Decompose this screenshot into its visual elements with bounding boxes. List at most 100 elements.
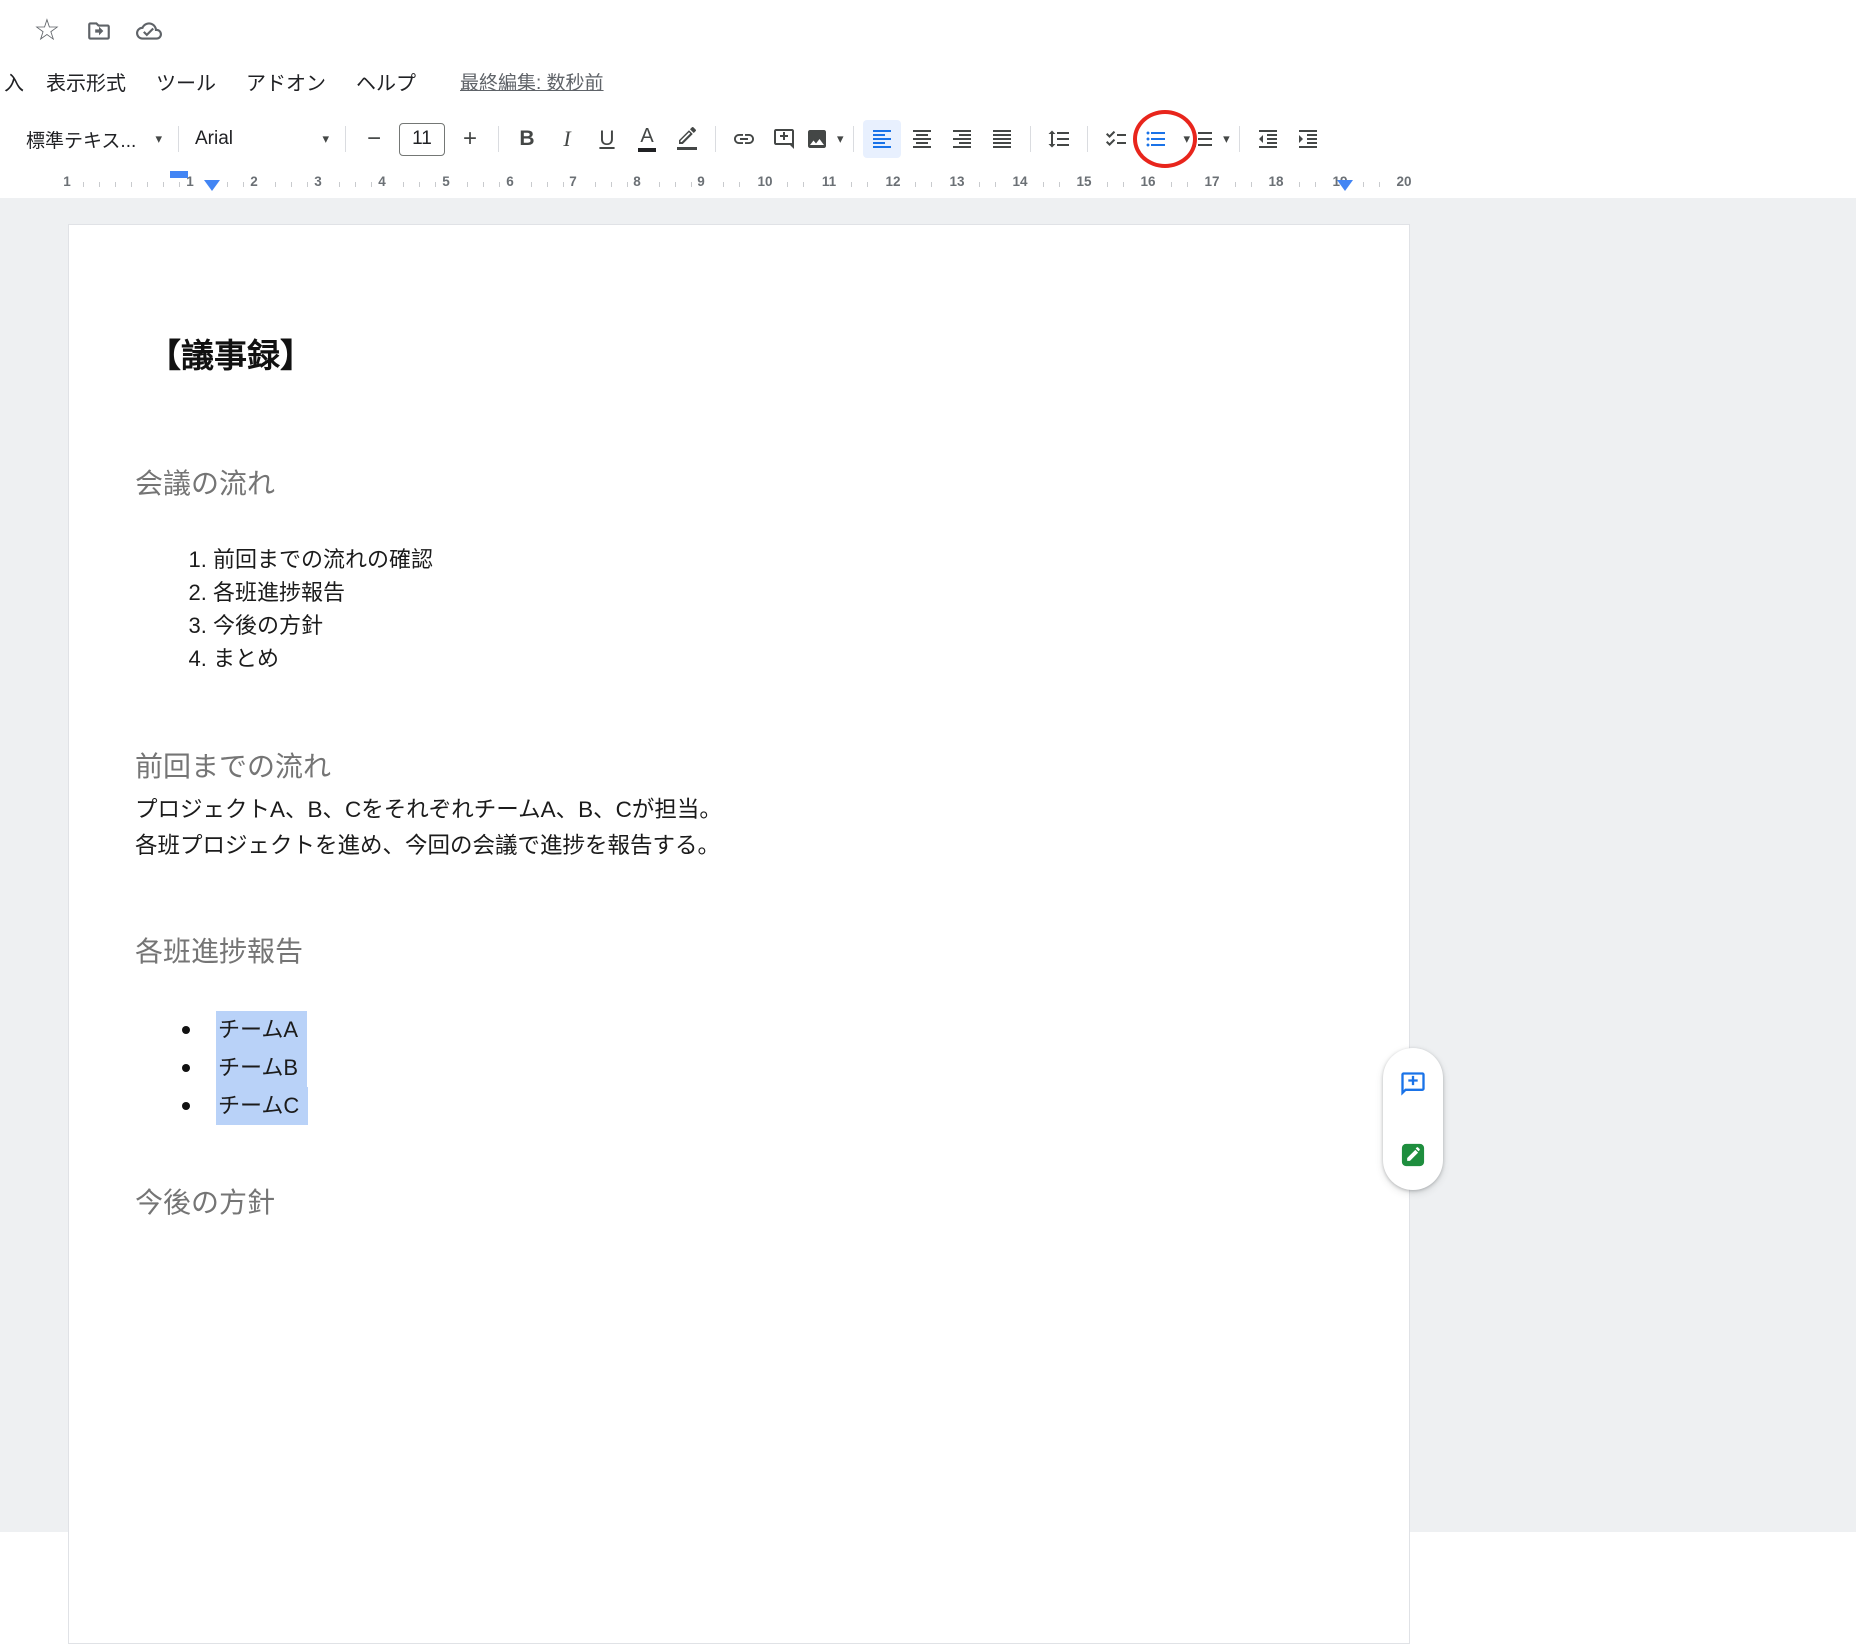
floating-actions	[1383, 1048, 1443, 1190]
selected-text[interactable]: チームB	[216, 1049, 307, 1087]
ruler-number: 9	[694, 174, 708, 189]
ruler-number: 5	[439, 174, 453, 189]
numbered-list-item[interactable]: 各班進捗報告	[213, 576, 433, 609]
menubar: 入 表示形式 ツール アドオン ヘルプ 最終編集: 数秒前	[0, 58, 1856, 104]
font-size-input[interactable]: 11	[399, 123, 445, 156]
document-page[interactable]: 【議事録】 会議の流れ 前回までの流れの確認 各班進捗報告 今後の方針 まとめ …	[68, 224, 1410, 1644]
numbered-list-button[interactable]: ▾	[1191, 120, 1230, 158]
highlight-button[interactable]	[668, 120, 706, 158]
ruler-margin-number: 1	[60, 174, 74, 189]
link-icon	[732, 127, 756, 151]
font-dropdown[interactable]: Arial ▾	[187, 120, 337, 158]
star-icon[interactable]: ☆	[32, 16, 62, 46]
line-spacing-button[interactable]	[1040, 120, 1078, 158]
insert-link-button[interactable]	[725, 120, 763, 158]
doc-paragraph: プロジェクトA、B、CをそれぞれチームA、B、Cが担当。 各班プロジェクトを進め…	[135, 792, 722, 864]
doc-heading-future-policy[interactable]: 今後の方針	[135, 1181, 275, 1221]
ruler-number: 18	[1265, 174, 1286, 189]
decrease-indent-button[interactable]	[1249, 120, 1287, 158]
bulleted-list-item[interactable]: チームA	[182, 1011, 308, 1049]
insert-comment-button[interactable]	[765, 120, 803, 158]
ruler-number: 20	[1393, 174, 1414, 189]
styles-dropdown[interactable]: 標準テキス... ▾	[18, 120, 170, 158]
toolbar-divider	[1030, 126, 1031, 152]
ruler-number: 13	[946, 174, 967, 189]
align-left-button[interactable]	[863, 120, 901, 158]
menu-item-addons[interactable]: アドオン	[246, 67, 326, 96]
align-center-icon	[910, 127, 934, 151]
text-color-button[interactable]: A	[628, 120, 666, 158]
align-right-button[interactable]	[943, 120, 981, 158]
decrease-indent-icon	[1256, 127, 1280, 151]
suggest-edits-icon	[1399, 1141, 1427, 1169]
checklist-button[interactable]	[1097, 120, 1135, 158]
doc-heading-progress-report[interactable]: 各班進捗報告	[135, 930, 303, 970]
numbered-list-item[interactable]: 前回までの流れの確認	[213, 543, 433, 576]
suggest-edits-button[interactable]	[1391, 1133, 1435, 1177]
doc-paragraph-line[interactable]: 各班プロジェクトを進め、今回の会議で進捗を報告する。	[135, 828, 722, 864]
align-center-button[interactable]	[903, 120, 941, 158]
move-folder-icon[interactable]	[84, 16, 114, 46]
left-indent-marker[interactable]	[204, 180, 220, 191]
selected-text[interactable]: チームA	[216, 1011, 307, 1049]
selected-text[interactable]: チームC	[216, 1087, 308, 1125]
toolbar-divider	[1087, 126, 1088, 152]
decrease-font-size-button[interactable]: −	[355, 120, 393, 158]
text-color-icon: A	[638, 126, 656, 152]
ruler-number: 16	[1137, 174, 1158, 189]
toolbar: 標準テキス... ▾ Arial ▾ − 11 + B I U A ▾	[0, 108, 1856, 170]
menu-item-format[interactable]: 表示形式	[46, 67, 126, 96]
chevron-down-icon: ▾	[1223, 131, 1230, 147]
ruler-number: 6	[503, 174, 517, 189]
right-indent-marker[interactable]	[1337, 180, 1353, 191]
toolbar-divider	[178, 126, 179, 152]
ruler-number: 14	[1009, 174, 1030, 189]
bulleted-list-icon	[1144, 127, 1168, 151]
first-line-indent-marker[interactable]	[170, 171, 188, 178]
bulleted-list-item[interactable]: チームC	[182, 1087, 308, 1125]
bulleted-list-item[interactable]: チームB	[182, 1049, 308, 1087]
add-comment-button[interactable]	[1391, 1062, 1435, 1106]
doc-paragraph-line[interactable]: プロジェクトA、B、CをそれぞれチームA、B、Cが担当。	[135, 792, 722, 828]
increase-indent-button[interactable]	[1289, 120, 1327, 158]
insert-image-button[interactable]: ▾	[805, 120, 844, 158]
bold-button[interactable]: B	[508, 120, 546, 158]
google-docs-app: { "colors": { "accent_blue": "#1a73e8", …	[0, 0, 1856, 1532]
numbered-list-item[interactable]: まとめ	[213, 642, 433, 675]
chevron-down-icon: ▾	[322, 131, 329, 147]
menu-item-help[interactable]: ヘルプ	[356, 67, 416, 96]
line-spacing-icon	[1047, 127, 1071, 151]
last-edit-link[interactable]: 最終編集: 数秒前	[460, 68, 604, 95]
ruler-number: 15	[1073, 174, 1094, 189]
ruler-number: 3	[311, 174, 325, 189]
doc-heading-previous-flow[interactable]: 前回までの流れ	[135, 745, 331, 785]
text-color-letter: A	[640, 126, 653, 146]
bullet-dot	[182, 1026, 190, 1034]
underline-button[interactable]: U	[588, 120, 626, 158]
menu-item-tools[interactable]: ツール	[156, 67, 216, 96]
numbered-list-icon	[1191, 127, 1215, 151]
numbered-list-item[interactable]: 今後の方針	[213, 609, 433, 642]
numbered-list: 前回までの流れの確認 各班進捗報告 今後の方針 まとめ	[175, 543, 433, 675]
increase-font-size-button[interactable]: +	[451, 120, 489, 158]
titlebar: ☆	[0, 0, 1856, 58]
doc-title[interactable]: 【議事録】	[148, 329, 313, 377]
doc-heading-meeting-flow[interactable]: 会議の流れ	[135, 462, 275, 502]
bulleted-list-button[interactable]	[1137, 120, 1175, 158]
align-right-icon	[950, 127, 974, 151]
text-color-bar	[638, 148, 656, 152]
justify-button[interactable]	[983, 120, 1021, 158]
italic-button[interactable]: I	[548, 120, 586, 158]
bulleted-list: チームA チームB チームC	[182, 1011, 308, 1125]
document-canvas: 【議事録】 会議の流れ 前回までの流れの確認 各班進捗報告 今後の方針 まとめ …	[0, 198, 1856, 1532]
justify-icon	[990, 127, 1014, 151]
menu-item-insert-clipped[interactable]: 入	[4, 67, 24, 96]
bullet-dot	[182, 1064, 190, 1072]
ruler-number: 4	[375, 174, 389, 189]
ruler-number: 2	[247, 174, 261, 189]
cloud-status-icon[interactable]	[134, 16, 164, 46]
add-comment-icon	[772, 127, 796, 151]
increase-indent-icon	[1296, 127, 1320, 151]
ruler[interactable]: 1 1 2 3 4 5 6 7 8 9 10 11 12 13 14 15 16…	[0, 170, 1856, 198]
chevron-down-icon[interactable]: ▾	[1184, 131, 1191, 147]
